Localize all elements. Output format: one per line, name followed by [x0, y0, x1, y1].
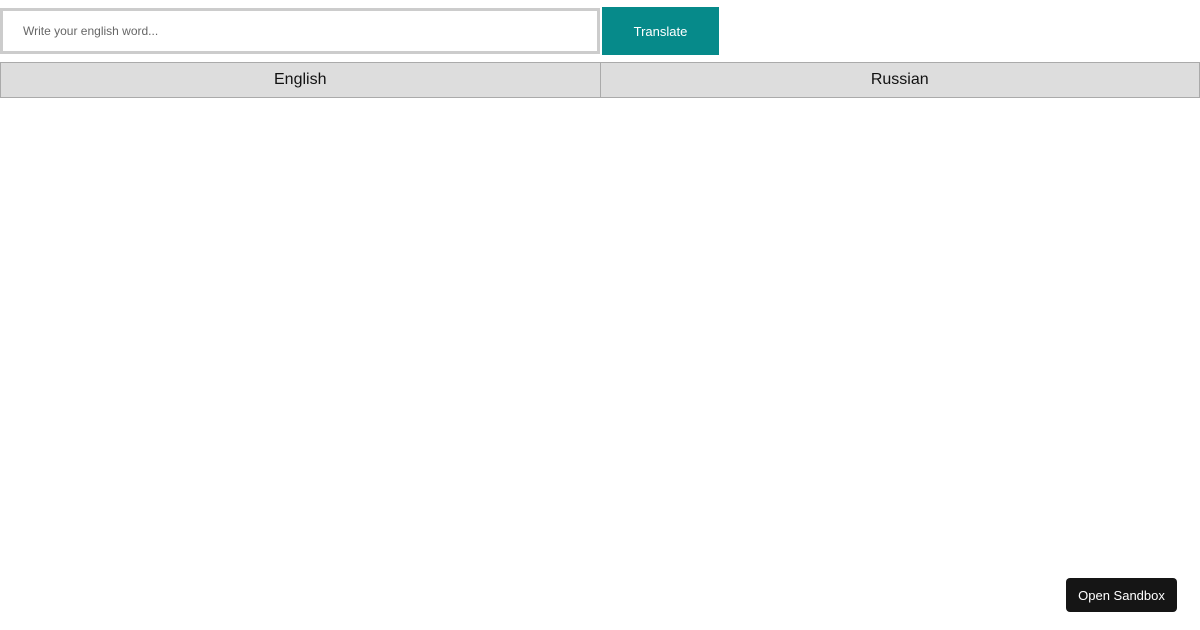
column-header-english: English	[0, 62, 601, 98]
translate-toolbar: Translate	[0, 7, 720, 55]
english-word-input[interactable]	[0, 8, 600, 54]
translate-button[interactable]: Translate	[602, 7, 719, 55]
translations-table: English Russian	[0, 62, 1200, 98]
open-sandbox-button[interactable]: Open Sandbox	[1066, 578, 1177, 612]
table-header-row: English Russian	[0, 62, 1200, 98]
column-header-russian: Russian	[599, 62, 1200, 98]
table-header: English Russian	[0, 62, 1200, 98]
